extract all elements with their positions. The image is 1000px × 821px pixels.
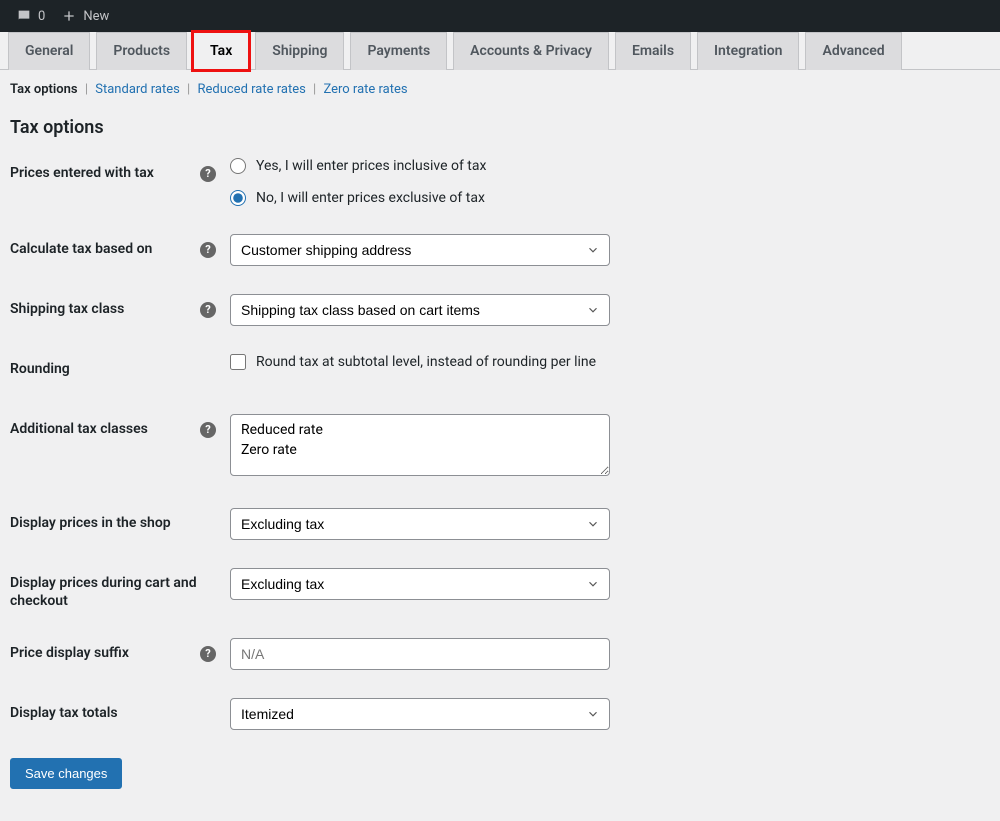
- subnav-current: Tax options: [10, 82, 78, 97]
- totals-select[interactable]: Itemized: [230, 698, 610, 730]
- prices-inclusive-radio[interactable]: [230, 158, 246, 174]
- subnav-reduced-rates[interactable]: Reduced rate rates: [197, 82, 305, 97]
- new-label: New: [83, 9, 109, 24]
- plus-icon: [61, 8, 77, 24]
- tab-products[interactable]: Products: [96, 32, 187, 70]
- ship-class-label: Shipping tax class: [10, 300, 124, 318]
- settings-tabs: General Products Tax Shipping Payments A…: [0, 32, 1000, 70]
- save-button[interactable]: Save changes: [10, 758, 122, 789]
- subnav-standard-rates[interactable]: Standard rates: [95, 82, 180, 97]
- section-title: Tax options: [10, 117, 990, 138]
- tab-advanced[interactable]: Advanced: [805, 32, 901, 70]
- calc-based-label: Calculate tax based on: [10, 240, 152, 258]
- totals-label: Display tax totals: [10, 704, 118, 722]
- comment-icon: [16, 8, 32, 24]
- rounding-option[interactable]: Round tax at subtotal level, instead of …: [230, 354, 990, 370]
- help-icon[interactable]: ?: [200, 166, 216, 182]
- tax-subnav: Tax options | Standard rates | Reduced r…: [0, 70, 1000, 105]
- tab-payments[interactable]: Payments: [350, 32, 447, 70]
- tab-accounts-privacy[interactable]: Accounts & Privacy: [453, 32, 609, 70]
- subnav-zero-rates[interactable]: Zero rate rates: [323, 82, 407, 97]
- rounding-label: Rounding: [10, 360, 70, 378]
- display-shop-select[interactable]: Excluding tax: [230, 508, 610, 540]
- tab-emails[interactable]: Emails: [615, 32, 691, 70]
- prices-exclusive-radio[interactable]: [230, 190, 246, 206]
- calc-based-select[interactable]: Customer shipping address: [230, 234, 610, 266]
- help-icon[interactable]: ?: [200, 422, 216, 438]
- comments-count: 0: [38, 9, 45, 24]
- admin-bar: 0 New: [0, 0, 1000, 32]
- prices-entered-label: Prices entered with tax: [10, 164, 154, 182]
- display-cart-select[interactable]: Excluding tax: [230, 568, 610, 600]
- display-shop-label: Display prices in the shop: [10, 514, 171, 532]
- help-icon[interactable]: ?: [200, 646, 216, 662]
- tab-general[interactable]: General: [8, 32, 90, 70]
- ship-class-select[interactable]: Shipping tax class based on cart items: [230, 294, 610, 326]
- tab-integration[interactable]: Integration: [697, 32, 799, 70]
- help-icon[interactable]: ?: [200, 302, 216, 318]
- tab-tax[interactable]: Tax: [193, 32, 249, 70]
- suffix-input[interactable]: [230, 638, 610, 670]
- help-icon[interactable]: ?: [200, 242, 216, 258]
- additional-label: Additional tax classes: [10, 420, 148, 438]
- tab-shipping[interactable]: Shipping: [255, 32, 344, 70]
- admin-bar-new[interactable]: New: [53, 8, 117, 24]
- additional-textarea[interactable]: [230, 414, 610, 476]
- prices-exclusive-option[interactable]: No, I will enter prices exclusive of tax: [230, 190, 990, 206]
- display-cart-label: Display prices during cart and checkout: [10, 574, 216, 610]
- rounding-checkbox[interactable]: [230, 354, 246, 370]
- suffix-label: Price display suffix: [10, 644, 129, 662]
- admin-bar-comments[interactable]: 0: [8, 8, 53, 24]
- prices-inclusive-option[interactable]: Yes, I will enter prices inclusive of ta…: [230, 158, 990, 174]
